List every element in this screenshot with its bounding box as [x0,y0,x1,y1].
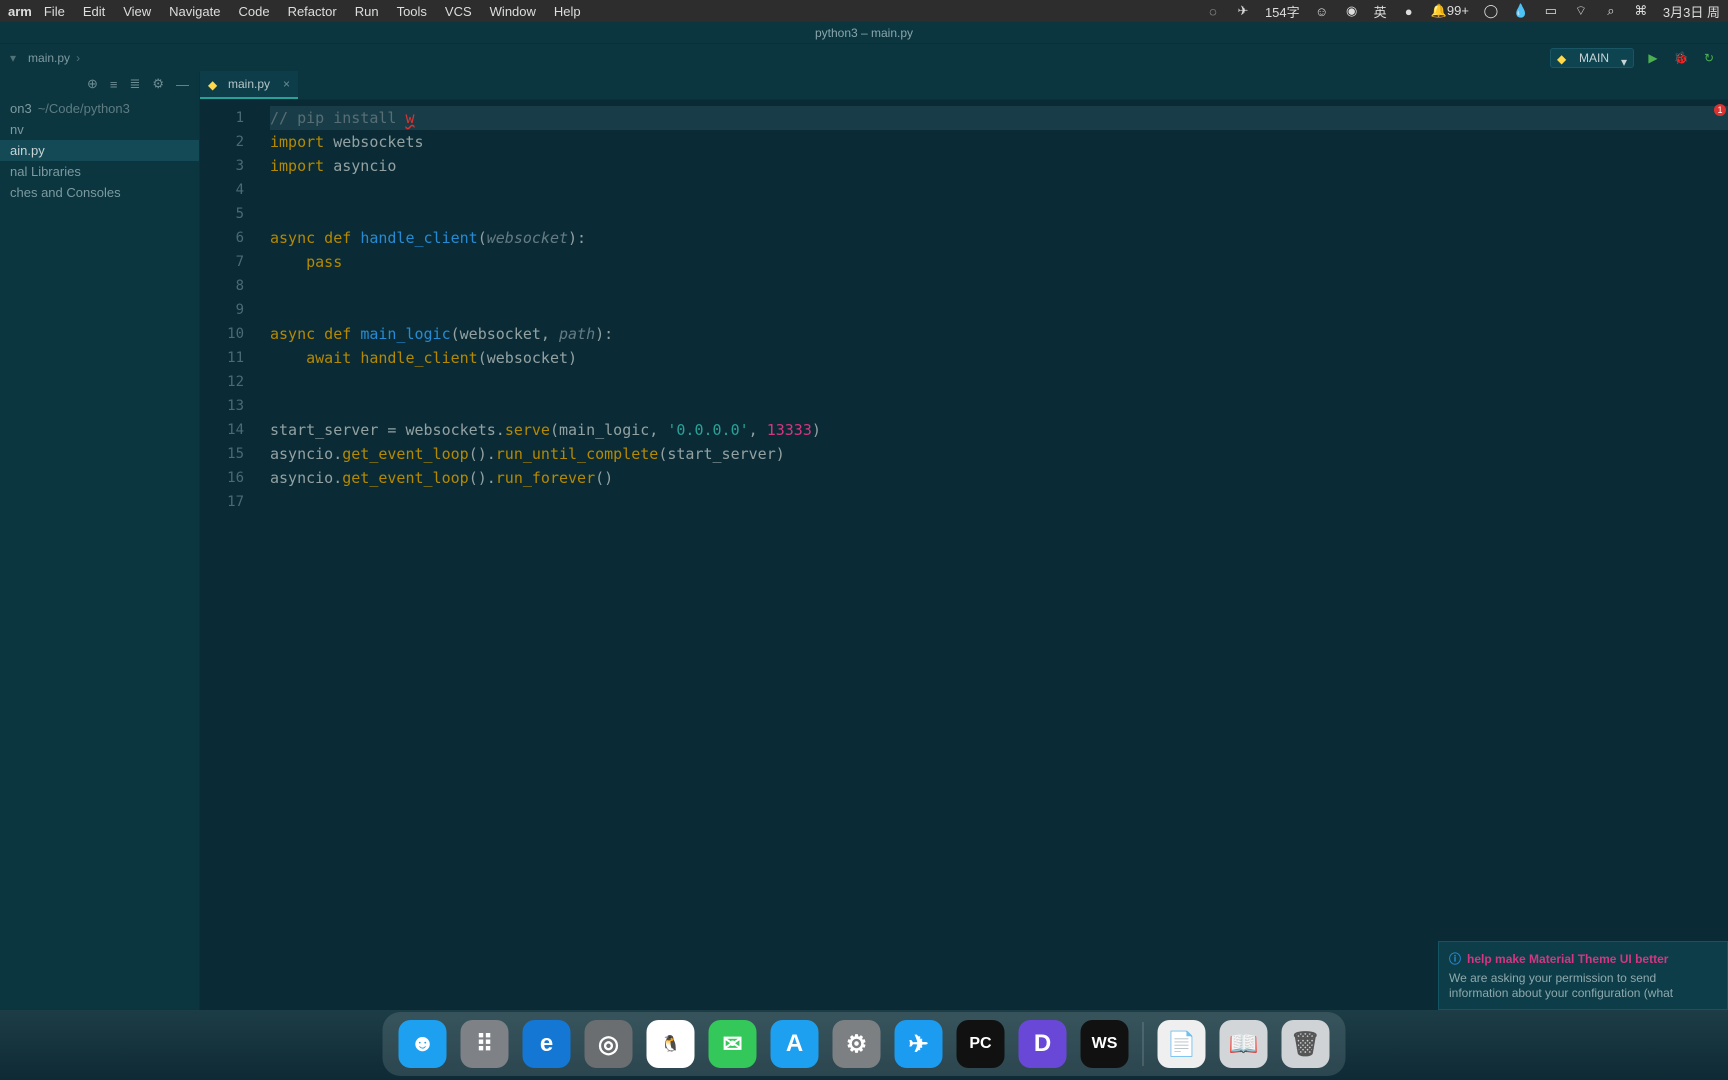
breadcrumb-chevron-icon: ▾ [10,51,16,65]
dock-app-edge[interactable]: e [523,1020,571,1068]
chevron-down-icon: ▾ [1621,55,1627,69]
dock-app-textedit[interactable]: 📄 [1158,1020,1206,1068]
window-title: python3 – main.py [0,22,1728,44]
dock-app-messages[interactable]: ✉ [709,1020,757,1068]
search-icon[interactable]: ⌕ [1603,3,1619,19]
menubar-date[interactable]: 3月3日 周 [1663,2,1720,21]
expand-icon[interactable]: ≡ [110,77,118,92]
dock-app-appstore[interactable]: A [771,1020,819,1068]
menu-help[interactable]: Help [554,4,581,19]
code-editor[interactable]: // pip install wimport websocketsimport … [258,100,1728,1020]
python-icon: ◆ [1557,52,1566,66]
char-count[interactable]: 154字 [1265,2,1300,21]
macos-menubar: arm File Edit View Navigate Code Refacto… [0,0,1728,22]
editor: ◆ main.py × 1234567891011121314151617 //… [200,72,1728,1020]
dock-app-finder[interactable]: ☻ [399,1020,447,1068]
more-run-icon[interactable]: ↻ [1700,49,1718,67]
info-icon: ⓘ [1449,950,1461,967]
menubar-items: File Edit View Navigate Code Refactor Ru… [44,4,581,19]
tray-icon[interactable]: ◌ [1205,3,1221,19]
dock-app-book[interactable]: 📖 [1220,1020,1268,1068]
wifi-icon[interactable]: ⌔ [1573,3,1589,19]
tree-item-selected[interactable]: ain.py [0,140,199,161]
dock-app-app1[interactable]: ✈ [895,1020,943,1068]
dock-app-app2[interactable]: D [1019,1020,1067,1068]
menu-tools[interactable]: Tools [397,4,427,19]
dock-app-pycharm[interactable]: PC [957,1020,1005,1068]
dock-app-safari[interactable]: ◎ [585,1020,633,1068]
card-icon[interactable]: ▭ [1543,3,1559,19]
menu-vcs[interactable]: VCS [445,4,472,19]
dock-app-settings[interactable]: ⚙ [833,1020,881,1068]
menu-run[interactable]: Run [355,4,379,19]
siri-icon[interactable]: ◉ [1344,3,1360,19]
run-config-select[interactable]: ◆ MAIN ▾ [1550,48,1634,68]
locate-icon[interactable]: ⊕ [87,76,98,92]
dock-app-qq[interactable]: 🐧 [647,1020,695,1068]
tree-item[interactable]: nv [0,119,199,140]
panda-icon[interactable]: ● [1401,3,1417,19]
menu-refactor[interactable]: Refactor [288,4,337,19]
breadcrumb-file[interactable]: main.py [28,51,70,65]
hide-panel-icon[interactable]: — [176,77,189,92]
menu-view[interactable]: View [123,4,151,19]
dock-app-trash[interactable]: 🗑 [1282,1020,1330,1068]
breadcrumb[interactable]: ▾ main.py › [10,51,80,65]
dock-app-webstorm[interactable]: WS [1081,1020,1129,1068]
tree-item[interactable]: nal Libraries [0,161,199,182]
globe-icon[interactable]: ◯ [1483,3,1499,19]
notifications[interactable]: 🔔99+ [1431,3,1469,19]
drop-icon[interactable]: 💧 [1513,3,1529,19]
notification[interactable]: ⓘ help make Material Theme UI better We … [1438,941,1728,1010]
menu-code[interactable]: Code [238,4,269,19]
input-method[interactable]: 英 [1374,2,1387,21]
control-center-icon[interactable]: ⌘ [1633,3,1649,19]
dock-separator [1143,1022,1144,1066]
chevron-right-icon: › [76,51,80,65]
toolbar: ▾ main.py › ◆ MAIN ▾ ▶ 🐞 ↻ [0,44,1728,72]
tree-root[interactable]: on3~/Code/python3 [0,98,199,119]
debug-button[interactable]: 🐞 [1672,49,1690,67]
close-icon[interactable]: × [283,77,290,91]
collapse-icon[interactable]: ≣ [129,76,140,92]
send-icon[interactable]: ✈ [1235,3,1251,19]
menu-file[interactable]: File [44,4,65,19]
error-stripe[interactable]: 1 [1714,100,1728,1020]
run-config-area: ◆ MAIN ▾ ▶ 🐞 ↻ [1550,48,1718,68]
run-button[interactable]: ▶ [1644,49,1662,67]
dock-app-launchpad[interactable]: ⠿ [461,1020,509,1068]
tree-item[interactable]: ches and Consoles [0,182,199,203]
python-file-icon: ◆ [208,78,217,92]
notification-body: We are asking your permission to send in… [1449,971,1717,1001]
smiley-icon[interactable]: ☺ [1314,3,1330,19]
project-tree[interactable]: on3~/Code/python3 nv ain.py nal Librarie… [0,96,199,205]
notification-title: help make Material Theme UI better [1467,952,1668,966]
tab-main-py[interactable]: ◆ main.py × [200,71,298,99]
menu-navigate[interactable]: Navigate [169,4,220,19]
dock: ☻ ⠿ e ◎ 🐧 ✉ A ⚙ ✈ PC D WS 📄 📖 🗑 [383,1012,1346,1076]
app-menu[interactable]: arm [8,4,32,19]
error-badge[interactable]: 1 [1714,104,1726,116]
menu-edit[interactable]: Edit [83,4,105,19]
menu-window[interactable]: Window [490,4,536,19]
gutter[interactable]: 1234567891011121314151617 [200,100,258,1020]
editor-tabs: ◆ main.py × [200,72,1728,100]
project-panel: ⊕ ≡ ≣ ⚙ — on3~/Code/python3 nv ain.py na… [0,72,200,1020]
settings-icon[interactable]: ⚙ [152,76,164,92]
